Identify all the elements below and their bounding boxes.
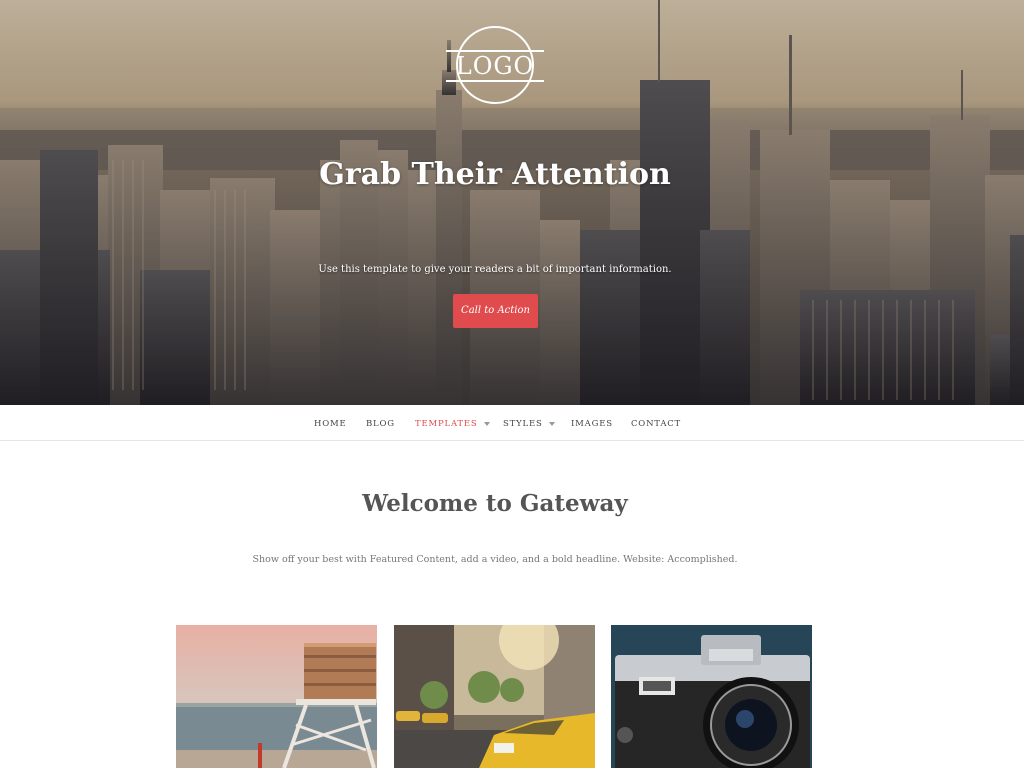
nav-item-label: CONTACT xyxy=(631,419,682,429)
nav-item-label: IMAGES xyxy=(571,419,613,429)
nav-item-label: HOME xyxy=(314,419,347,429)
chevron-down-icon xyxy=(483,421,490,426)
logo-text: LOGO xyxy=(455,52,535,80)
taxi-street-image xyxy=(394,625,595,768)
logo[interactable]: LOGO xyxy=(446,26,544,108)
welcome-heading: Welcome to Gateway xyxy=(362,490,628,517)
nav-item-images[interactable]: IMAGES xyxy=(571,417,613,431)
featured-card-lifeguard[interactable] xyxy=(176,625,377,768)
nav-item-blog[interactable]: BLOG xyxy=(366,417,395,431)
main-navigation: HOME BLOG TEMPLATES STYLES IMAGES CONTAC… xyxy=(0,405,1024,441)
logo-rule-bottom xyxy=(446,80,544,82)
call-to-action-button[interactable]: Call to Action xyxy=(453,294,538,328)
chevron-down-icon xyxy=(548,421,555,426)
lifeguard-tower-image xyxy=(176,625,377,768)
featured-card-taxi[interactable] xyxy=(394,625,595,768)
hero-title: Grab Their Attention xyxy=(319,157,671,192)
nav-item-home[interactable]: HOME xyxy=(314,417,347,431)
camera-image xyxy=(611,625,812,768)
nav-item-contact[interactable]: CONTACT xyxy=(631,417,681,431)
nav-item-label: STYLES xyxy=(503,419,543,429)
hero-subtitle: Use this template to give your readers a… xyxy=(318,264,672,275)
welcome-description: Show off your best with Featured Content… xyxy=(252,554,738,565)
nav-item-label: TEMPLATES xyxy=(415,419,478,429)
nav-item-styles[interactable]: STYLES xyxy=(503,417,555,431)
featured-card-camera[interactable] xyxy=(611,625,812,768)
nav-item-templates[interactable]: TEMPLATES xyxy=(415,417,490,431)
nav-item-label: BLOG xyxy=(366,419,395,429)
hero-banner: LOGO Grab Their Attention Use this templ… xyxy=(0,0,1024,405)
